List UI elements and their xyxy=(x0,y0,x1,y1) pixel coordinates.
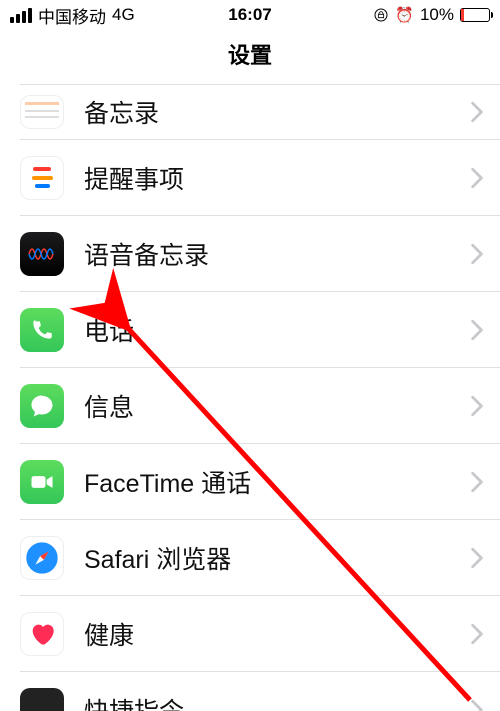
facetime-icon xyxy=(20,460,64,504)
row-voice-memos[interactable]: 语音备忘录 xyxy=(20,216,500,292)
chevron-right-icon xyxy=(470,395,484,417)
phone-icon xyxy=(20,308,64,352)
row-label: Safari 浏览器 xyxy=(84,540,470,576)
row-label: 快捷指令 xyxy=(84,692,470,711)
row-label: 健康 xyxy=(84,616,470,652)
row-health[interactable]: 健康 xyxy=(20,596,500,672)
health-icon xyxy=(20,612,64,656)
row-reminders[interactable]: 提醒事项 xyxy=(20,140,500,216)
row-phone[interactable]: 电话 xyxy=(20,292,500,368)
row-safari[interactable]: Safari 浏览器 xyxy=(20,520,500,596)
signal-icon xyxy=(10,8,32,23)
network-label: 4G xyxy=(112,5,135,25)
rotation-lock-icon xyxy=(373,7,389,23)
chevron-right-icon xyxy=(470,167,484,189)
page-title: 设置 xyxy=(0,30,500,84)
status-left: 中国移动 4G xyxy=(10,3,135,28)
reminders-icon xyxy=(20,156,64,200)
status-right: ⏰ 10% xyxy=(373,5,490,25)
battery-icon xyxy=(460,8,490,22)
chevron-right-icon xyxy=(470,547,484,569)
alarm-icon: ⏰ xyxy=(395,6,414,24)
status-bar: 中国移动 4G 16:07 ⏰ 10% xyxy=(0,0,500,30)
chevron-right-icon xyxy=(470,319,484,341)
safari-icon xyxy=(20,536,64,580)
notes-icon xyxy=(20,95,64,129)
settings-list: 备忘录 提醒事项 语音备忘录 电话 信息 FaceTime 通话 xyxy=(0,84,500,711)
chevron-right-icon xyxy=(470,101,484,123)
row-messages[interactable]: 信息 xyxy=(20,368,500,444)
battery-pct: 10% xyxy=(420,5,454,25)
chevron-right-icon xyxy=(470,623,484,645)
row-label: 提醒事项 xyxy=(84,160,470,196)
row-label: 语音备忘录 xyxy=(84,236,470,272)
row-label: 电话 xyxy=(84,312,470,348)
row-facetime[interactable]: FaceTime 通话 xyxy=(20,444,500,520)
messages-icon xyxy=(20,384,64,428)
shortcuts-icon xyxy=(20,688,64,711)
row-unknown[interactable]: 快捷指令 xyxy=(20,672,500,711)
row-label: 信息 xyxy=(84,388,470,424)
row-notes[interactable]: 备忘录 xyxy=(20,84,500,140)
chevron-right-icon xyxy=(470,471,484,493)
carrier-label: 中国移动 xyxy=(38,3,106,28)
row-label: FaceTime 通话 xyxy=(84,464,470,500)
chevron-right-icon xyxy=(470,243,484,265)
chevron-right-icon xyxy=(470,699,484,711)
row-label: 备忘录 xyxy=(84,94,470,130)
voice-memos-icon xyxy=(20,232,64,276)
